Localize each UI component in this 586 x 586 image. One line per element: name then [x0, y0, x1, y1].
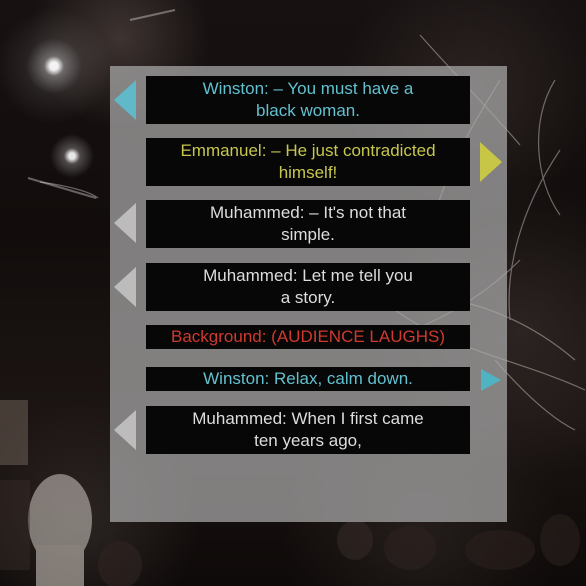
subtitle-line-2-text-2: himself! [278, 163, 338, 182]
left-arrow-icon[interactable] [114, 410, 136, 450]
subtitle-line-4-text-2: a story. [280, 288, 336, 307]
subtitle-line-6-text-1: Winston: Relax, calm down. [203, 369, 413, 388]
subtitle-line-1-text-2: black woman. [256, 101, 360, 120]
left-arrow-icon[interactable] [114, 267, 136, 307]
subtitle-line-3-text-2: simple. [281, 225, 335, 244]
right-arrow-icon[interactable] [480, 142, 502, 182]
small-right-arrow-icon[interactable] [481, 369, 501, 391]
subtitle-line-1-text-1: Winston: – You must have a [202, 79, 414, 98]
subtitle-line-4-text-1: Muhammed: Let me tell you [203, 266, 413, 285]
subtitle-line-3-text-1: Muhammed: – It's not that [209, 203, 406, 222]
subtitle-line-4: Muhammed: Let me tell you a story. [146, 263, 470, 311]
subtitle-line-5-text-1: Background: (AUDIENCE LAUGHS) [171, 327, 445, 346]
subtitle-line-3: Muhammed: – It's not that simple. [146, 200, 470, 248]
subtitle-line-1: Winston: – You must have a black woman. [146, 76, 470, 124]
video-frame: Winston: – You must have a black woman. … [0, 0, 586, 586]
subtitle-line-5: Background: (AUDIENCE LAUGHS) [146, 325, 470, 349]
subtitle-line-2-text-1: Emmanuel: – He just contradicted [180, 141, 436, 160]
subtitle-line-7: Muhammed: When I first came ten years ag… [146, 406, 470, 454]
subtitle-line-7-text-1: Muhammed: When I first came [192, 409, 424, 428]
subtitle-line-7-text-2: ten years ago, [254, 431, 362, 450]
subtitle-line-2: Emmanuel: – He just contradicted himself… [146, 138, 470, 186]
left-arrow-icon[interactable] [114, 80, 136, 120]
subtitle-line-6: Winston: Relax, calm down. [146, 367, 470, 391]
left-arrow-icon[interactable] [114, 203, 136, 243]
